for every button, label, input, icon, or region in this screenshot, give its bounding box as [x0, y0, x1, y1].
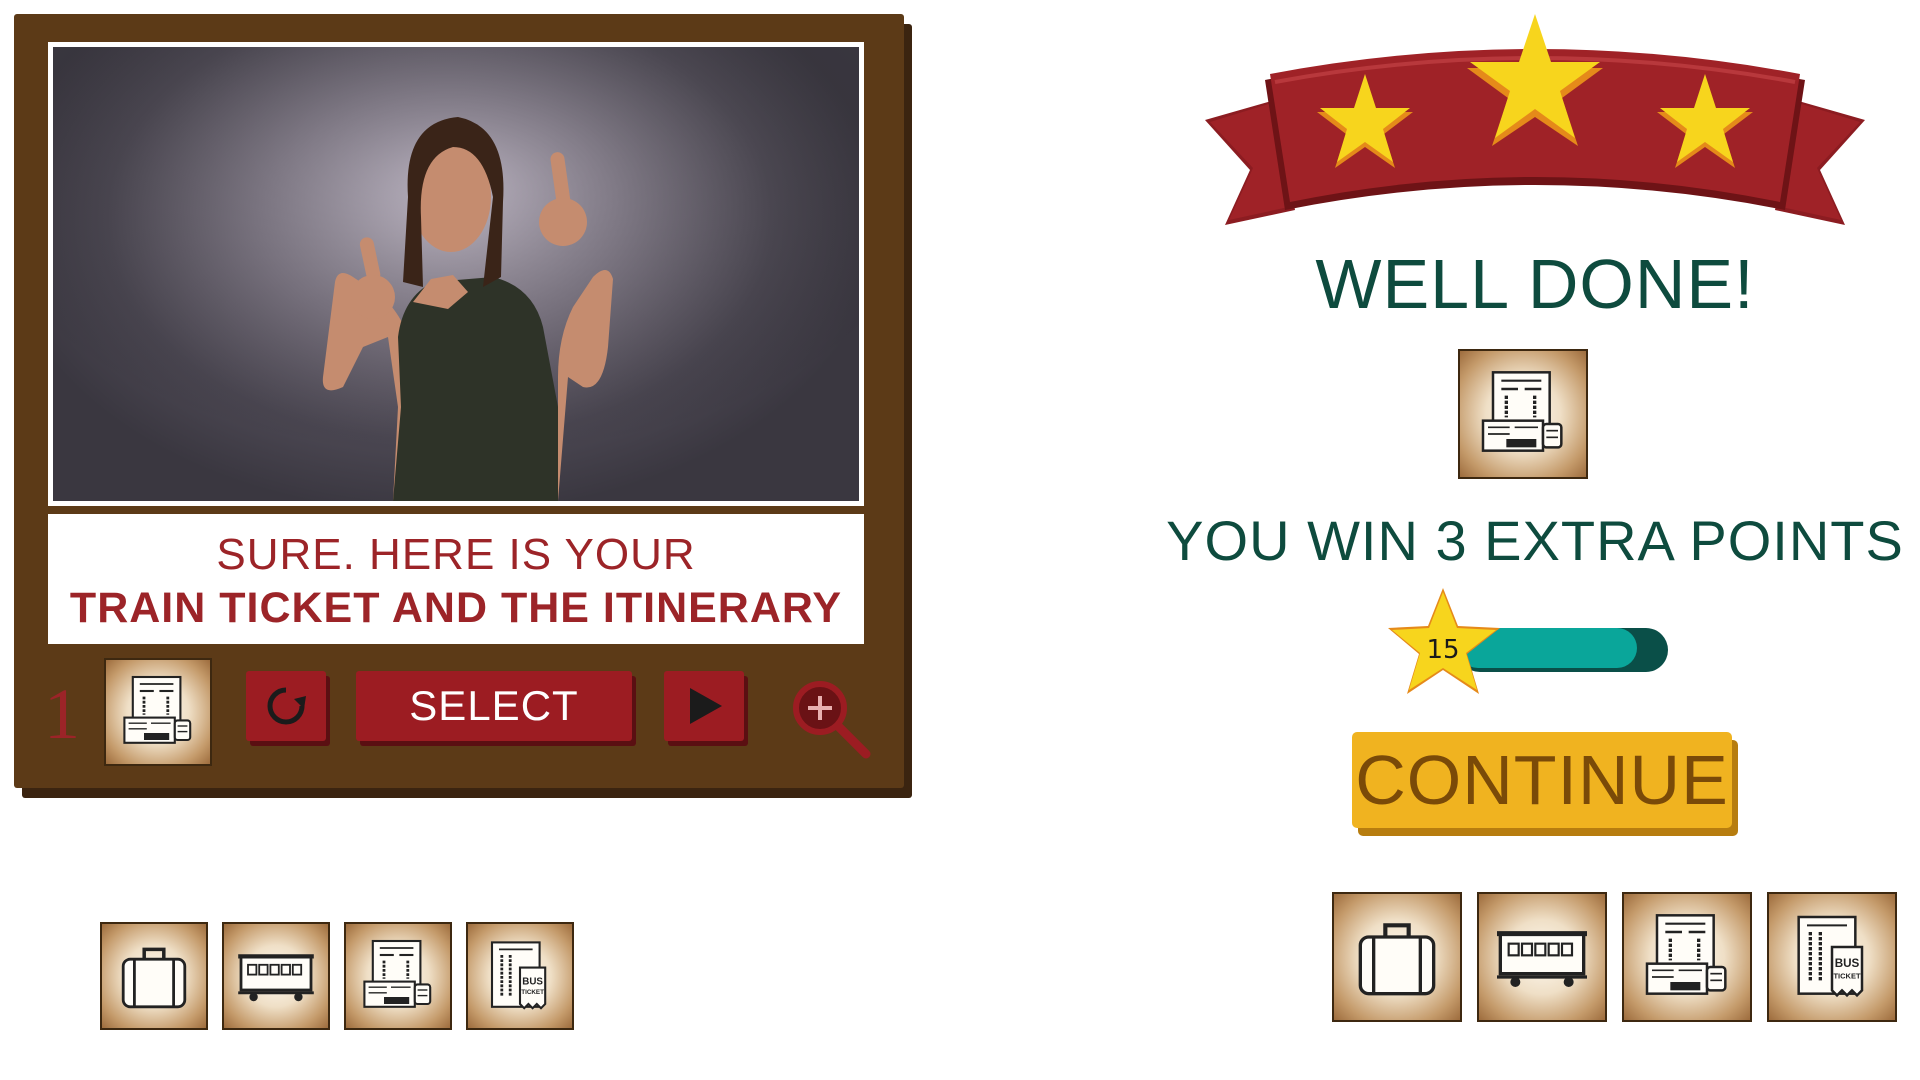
play-icon	[690, 688, 722, 724]
bus-ticket-icon: BUS TICKET	[1782, 907, 1882, 1007]
reward-item	[1458, 349, 1588, 479]
train-car-icon	[234, 934, 318, 1018]
inventory-item-train-car[interactable]	[1477, 892, 1607, 1022]
suitcase-icon	[1347, 907, 1447, 1007]
inventory-item-train-car[interactable]	[222, 922, 330, 1030]
replay-button[interactable]	[246, 671, 326, 741]
inventory-item-suitcase[interactable]	[1332, 892, 1462, 1022]
video-player[interactable]	[48, 42, 864, 506]
suitcase-icon	[112, 934, 196, 1018]
caption-line-2: TRAIN TICKET AND THE ITINERARY	[69, 584, 843, 632]
bus-ticket-word-1: BUS	[522, 976, 543, 987]
star-ribbon	[1205, 10, 1865, 230]
result-title: WELL DONE!	[1315, 245, 1755, 323]
caption-line-1: SURE. HERE IS YOUR	[216, 530, 696, 579]
presenter-video-frame	[53, 47, 859, 501]
train-ticket-itinerary-icon	[356, 934, 440, 1018]
item-number: 1	[44, 674, 80, 754]
bus-ticket-word-1: BUS	[1835, 957, 1860, 970]
inventory-item-suitcase[interactable]	[100, 922, 208, 1030]
zoom-in-icon	[793, 681, 871, 759]
video-panel: SURE. HERE IS YOUR TRAIN TICKET AND THE …	[14, 14, 904, 788]
bus-ticket-icon: BUS TICKET	[478, 934, 562, 1018]
inventory-item-bus-ticket[interactable]: BUS TICKET	[1767, 892, 1897, 1022]
ribbon-banner	[1205, 14, 1865, 225]
inventory-item-train-ticket[interactable]	[344, 922, 452, 1030]
replay-icon	[267, 687, 306, 725]
train-ticket-itinerary-icon	[1473, 364, 1573, 464]
continue-button[interactable]: CONTINUE	[1352, 732, 1732, 828]
score-progress: 15	[1388, 588, 1678, 698]
bus-ticket-word-2: TICKET	[1833, 972, 1861, 981]
train-ticket-itinerary-icon	[116, 670, 200, 754]
reward-message: YOU WIN 3 EXTRA POINTS	[1166, 509, 1904, 572]
score-value: 15	[1426, 635, 1459, 665]
inventory-item-train-ticket[interactable]	[1622, 892, 1752, 1022]
bus-ticket-word-2: TICKET	[521, 989, 544, 996]
train-ticket-itinerary-icon	[1637, 907, 1737, 1007]
train-car-icon	[1492, 907, 1592, 1007]
select-button[interactable]: SELECT	[356, 671, 632, 741]
zoom-button[interactable]	[786, 674, 876, 764]
selected-item-slot[interactable]	[104, 658, 212, 766]
play-button[interactable]	[664, 671, 744, 741]
inventory-item-bus-ticket[interactable]: BUS TICKET	[466, 922, 574, 1030]
dialog-caption: SURE. HERE IS YOUR TRAIN TICKET AND THE …	[48, 514, 864, 644]
